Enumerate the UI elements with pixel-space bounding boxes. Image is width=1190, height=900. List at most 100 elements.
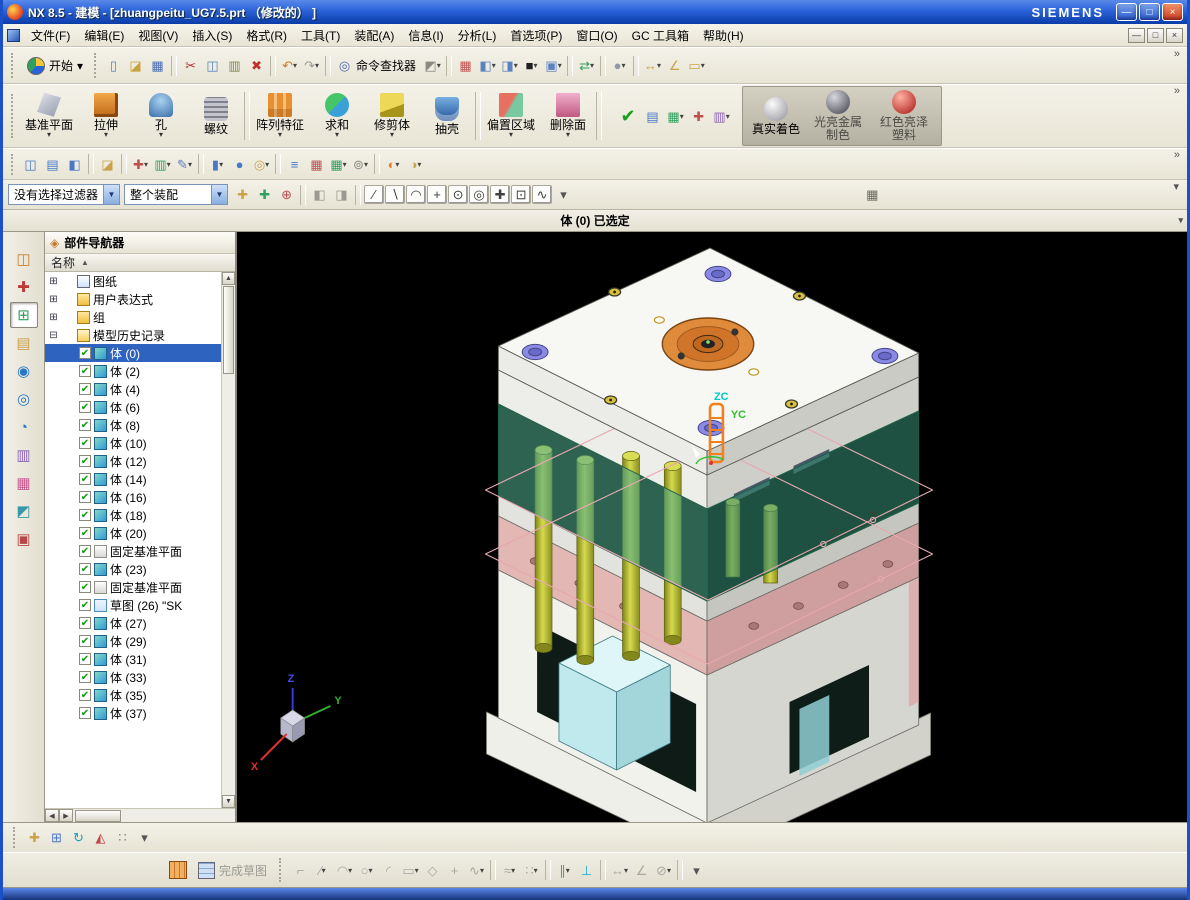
process-studio-icon[interactable]: ▥	[10, 442, 38, 468]
open-book-icon[interactable]: ◪	[97, 154, 118, 174]
toolbar-grip[interactable]	[11, 153, 16, 175]
tree-item-body-12[interactable]: ✔ 体 (12)	[45, 452, 221, 470]
snap-face-icon[interactable]: ⊡	[511, 185, 532, 204]
rowa-more-arrow[interactable]: ▾	[134, 828, 155, 848]
visibility-checkbox[interactable]: ✔	[79, 707, 91, 719]
rowb-more-arrow[interactable]: ▾	[686, 860, 707, 880]
annotation-icon[interactable]: ▥ ▾	[152, 154, 173, 174]
tree-item-group[interactable]: ⊞ 组	[45, 308, 221, 326]
paste-icon[interactable]: ▥	[224, 56, 245, 76]
visibility-checkbox[interactable]: ✔	[79, 509, 91, 521]
navigator-vertical-scrollbar[interactable]: ▲ ▼	[221, 272, 235, 808]
visibility-checkbox[interactable]: ✔	[79, 617, 91, 629]
snap-endpoint-icon[interactable]: ∕	[364, 185, 385, 204]
gray-cube-b-icon[interactable]: ◨	[331, 185, 352, 205]
snap-midpoint-icon[interactable]: ∖	[385, 185, 406, 204]
unite-button[interactable]: 求和 ▾	[310, 87, 364, 145]
visibility-checkbox[interactable]: ✔	[79, 473, 91, 485]
minimize-button[interactable]: —	[1116, 3, 1137, 21]
snap-arc-icon[interactable]: ◠	[406, 185, 427, 204]
cut-icon[interactable]: ✂	[180, 56, 201, 76]
sketch-curve-icon[interactable]: ✎ ▾	[174, 154, 195, 174]
mdi-restore-button[interactable]: □	[1147, 27, 1164, 43]
tree-item-sketch-26[interactable]: ✔ 草图 (26) "SK	[45, 596, 221, 614]
scroll-right-icon[interactable]: ▶	[59, 809, 73, 822]
visibility-checkbox[interactable]	[62, 329, 74, 341]
visibility-checkbox[interactable]: ✔	[79, 563, 91, 575]
swap-views-icon[interactable]: ⇄ ▾	[576, 56, 597, 76]
menu-assemblies[interactable]: 装配(A)	[347, 25, 401, 46]
true-shading-button[interactable]: 真实着色	[747, 87, 805, 145]
delete-icon[interactable]: ✖	[246, 56, 267, 76]
finish-sketch-button[interactable]: 完成草图	[192, 860, 273, 881]
scroll-left-icon[interactable]: ◀	[45, 809, 59, 822]
tree-item-body-20[interactable]: ✔ 体 (20)	[45, 524, 221, 542]
selection-filter-dropdown[interactable]: 没有选择过滤器 ▼	[8, 184, 121, 205]
approve-check-icon[interactable]: ✔	[616, 104, 640, 128]
toolbar-overflow-chevron[interactable]: ▾	[1170, 180, 1182, 193]
mdi-close-button[interactable]: ×	[1166, 27, 1183, 43]
toolbar-grip[interactable]	[94, 53, 99, 78]
mold-assembly-model[interactable]	[484, 247, 934, 822]
table-red-icon[interactable]: ▦	[306, 154, 327, 174]
snap-quadrant-icon[interactable]: ◎	[469, 185, 490, 204]
tree-item-body-16[interactable]: ✔ 体 (16)	[45, 488, 221, 506]
toolbar-grip[interactable]	[279, 858, 284, 882]
scrollbar-thumb[interactable]	[223, 286, 234, 374]
restore-button[interactable]: □	[1139, 3, 1160, 21]
navigator-column-header[interactable]: 名称 ▲	[45, 254, 235, 272]
sphere-icon[interactable]: ●	[229, 154, 250, 174]
visibility-checkbox[interactable]	[62, 311, 74, 323]
menu-help[interactable]: 帮助(H)	[696, 25, 751, 46]
scroll-up-icon[interactable]: ▲	[222, 272, 235, 285]
material-sphere-icon[interactable]: ● ▾	[609, 56, 630, 76]
open-icon[interactable]: ◪	[125, 56, 146, 76]
cascade-windows-icon[interactable]: ◧ ▾	[477, 56, 498, 76]
mini-axis-icon[interactable]: ✚	[688, 106, 709, 126]
dropdown-arrow-icon[interactable]: ▼	[211, 185, 228, 204]
datum-plane-button[interactable]: 基准平面 ▾	[20, 87, 78, 145]
prompt-more-arrow[interactable]: ▾	[1178, 215, 1183, 226]
visibility-checkbox[interactable]: ✔	[79, 437, 91, 449]
menu-view[interactable]: 视图(V)	[131, 25, 185, 46]
tree-item-body-10[interactable]: ✔ 体 (10)	[45, 434, 221, 452]
mdi-minimize-button[interactable]: —	[1128, 27, 1145, 43]
rectangle-icon[interactable]: ▭ ▾	[400, 860, 421, 880]
start-button[interactable]: 开始 ▾	[20, 54, 90, 78]
extrude-button[interactable]: 拉伸 ▾	[79, 87, 133, 145]
menu-insert[interactable]: 插入(S)	[185, 25, 239, 46]
spline-icon[interactable]: ∿ ▾	[466, 860, 487, 880]
manufacturing-wizards-icon[interactable]: ▦	[10, 470, 38, 496]
view-section-icon[interactable]: ◧	[64, 154, 85, 174]
menu-tools[interactable]: 工具(T)	[294, 25, 347, 46]
tree-item-body-33[interactable]: ✔ 体 (33)	[45, 668, 221, 686]
tree-item-datum-plane-22[interactable]: ✔ 固定基准平面	[45, 542, 221, 560]
dots-options-icon[interactable]: ∷	[112, 828, 133, 848]
viewport-3d-canvas[interactable]: ZC YC X Z Y	[237, 232, 1187, 822]
snap-intersection-icon[interactable]: ✚	[490, 185, 511, 204]
tree-item-body-35[interactable]: ✔ 体 (35)	[45, 686, 221, 704]
offset-curve-icon[interactable]: ≈ ▾	[499, 860, 520, 880]
visibility-checkbox[interactable]: ✔	[79, 689, 91, 701]
tree-item-body-31[interactable]: ✔ 体 (31)	[45, 650, 221, 668]
tree-item-drawing[interactable]: ⊞ 图纸	[45, 272, 221, 290]
display-cube-icon[interactable]: ◨ ▾	[499, 56, 520, 76]
cylinder-icon[interactable]: ▮ ▾	[207, 154, 228, 174]
snap-point-icon[interactable]: +	[427, 185, 448, 204]
black-screen-icon[interactable]: ■ ▾	[521, 56, 542, 76]
toolbar-overflow-chevron[interactable]: »	[1171, 48, 1183, 60]
select-highlight-icon[interactable]: ✚	[254, 185, 275, 205]
select-all-icon[interactable]: ✚	[232, 185, 253, 205]
shiny-metal-shading-button[interactable]: 光亮金属制色	[805, 87, 871, 145]
pattern-feature-button[interactable]: 阵列特征 ▾	[251, 87, 309, 145]
ruler-icon[interactable]: ▭ ▾	[686, 56, 707, 76]
toolbar-overflow-chevron[interactable]: »	[1171, 149, 1183, 161]
tree-item-body-27[interactable]: ✔ 体 (27)	[45, 614, 221, 632]
visibility-checkbox[interactable]: ✔	[79, 401, 91, 413]
pan-view-icon[interactable]: ✚	[24, 828, 45, 848]
command-finder-icon[interactable]: ◎	[334, 56, 355, 76]
visibility-checkbox[interactable]: ✔	[79, 491, 91, 503]
expander-icon[interactable]: ⊞	[48, 294, 59, 305]
snap-curve-icon[interactable]: ∿	[532, 185, 553, 204]
part-navigator-icon[interactable]: ⊞	[9, 302, 38, 328]
